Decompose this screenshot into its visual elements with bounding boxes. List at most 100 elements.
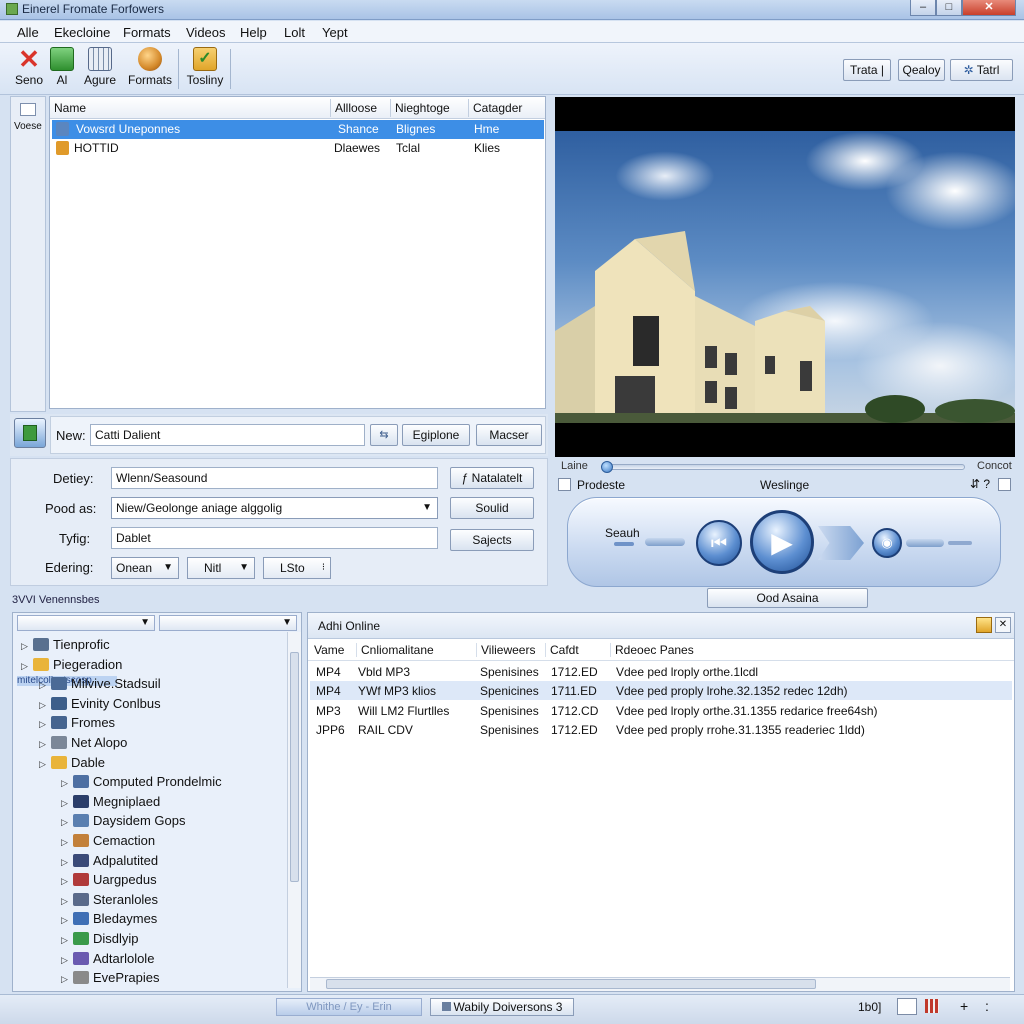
- col-rdeoec-panes[interactable]: Rdeoec Panes: [610, 643, 694, 657]
- expand-arrow-icon[interactable]: ▷: [61, 896, 71, 907]
- expand-arrow-icon[interactable]: ▷: [39, 719, 49, 730]
- expand-arrow-icon[interactable]: ▷: [61, 837, 71, 848]
- prodeste-checkbox[interactable]: [558, 478, 571, 491]
- col-vame[interactable]: Vame: [314, 643, 344, 657]
- menu-videos[interactable]: Videos: [186, 25, 226, 40]
- tree-item[interactable]: ▷ Tienprofic: [21, 637, 110, 655]
- close-button[interactable]: ✕: [962, 0, 1016, 16]
- natalatelt-button[interactable]: ƒ Natalatelt: [450, 467, 534, 489]
- scroll-thumb[interactable]: [290, 652, 299, 882]
- tree-item[interactable]: ▷ Uargpedus: [61, 872, 157, 890]
- tree-item[interactable]: ▷ EvePrapies: [61, 970, 159, 988]
- expand-arrow-icon[interactable]: ▷: [61, 857, 71, 868]
- status-plus[interactable]: +: [960, 998, 968, 1014]
- tree-item[interactable]: ▷ Dable: [39, 755, 105, 773]
- tyfig-input[interactable]: Dablet: [111, 527, 438, 549]
- expand-arrow-icon[interactable]: ▷: [39, 700, 49, 711]
- sort-help-icons[interactable]: ⇵ ?: [970, 477, 990, 491]
- expand-arrow-icon[interactable]: ▷: [39, 680, 49, 691]
- expand-arrow-icon[interactable]: ▷: [61, 915, 71, 926]
- record-button[interactable]: ◉: [872, 528, 902, 558]
- add-file-icon[interactable]: [14, 418, 46, 448]
- status-box[interactable]: [897, 998, 917, 1015]
- previous-button[interactable]: ⏮: [696, 520, 742, 566]
- table-hscrollbar[interactable]: [310, 977, 1010, 991]
- toolbar-tosliny-button[interactable]: ✓ Tosliny: [182, 47, 228, 93]
- menu-help[interactable]: Help: [240, 25, 267, 40]
- tree-item[interactable]: ▷ Bledaymes: [61, 911, 157, 929]
- seek-slider[interactable]: [603, 464, 965, 470]
- table-row[interactable]: MP4 Vbld MP3 Spenisines 1712.ED Vdee ped lro…: [310, 662, 1012, 681]
- tree-item[interactable]: ▷ Evinity Conlbus: [39, 696, 161, 714]
- soulid-button[interactable]: Soulid: [450, 497, 534, 519]
- trata-button[interactable]: Trata |: [843, 59, 891, 81]
- sajects-button[interactable]: Sajects: [450, 529, 534, 551]
- col-nieghtoge[interactable]: Nieghtoge: [390, 99, 450, 117]
- expand-arrow-icon[interactable]: ▷: [61, 935, 71, 946]
- view-icon[interactable]: [20, 103, 36, 116]
- master-button[interactable]: Macser: [476, 424, 542, 446]
- explore-button[interactable]: Egiplone: [402, 424, 470, 446]
- minimize-button[interactable]: –: [910, 0, 936, 16]
- table-row[interactable]: JPP6 RAIL CDV Spenisines 1712.ED Vdee ped pr…: [310, 720, 1012, 739]
- pood-as-select[interactable]: Niew/Geolonge aniage alggolig ▼: [111, 497, 438, 519]
- tree-item[interactable]: ▷ Cemaction: [61, 833, 155, 851]
- menu-execute[interactable]: Ekecloine: [54, 25, 110, 40]
- expand-arrow-icon[interactable]: ▷: [61, 817, 71, 828]
- toolbar-delete-button[interactable]: ✕ Seno: [10, 46, 48, 93]
- close-panel-icon[interactable]: ✕: [995, 617, 1011, 633]
- edering-select-3[interactable]: LSto ⁝: [263, 557, 331, 579]
- play-button[interactable]: ▶: [750, 510, 814, 574]
- tree-item[interactable]: ▷ Megniplaed: [61, 794, 160, 812]
- expand-arrow-icon[interactable]: ▷: [61, 955, 71, 966]
- toolbar-agure-button[interactable]: Agure: [80, 47, 120, 93]
- star-icon[interactable]: [976, 617, 992, 633]
- tree-item[interactable]: ▷ Disdlyip: [61, 931, 139, 949]
- expand-arrow-icon[interactable]: ▷: [61, 876, 71, 887]
- maximize-button[interactable]: □: [936, 0, 962, 16]
- toolbar-formats-button[interactable]: Formats: [125, 47, 175, 93]
- option-checkbox[interactable]: [998, 478, 1011, 491]
- tree-item[interactable]: ▷ Adpalutited: [61, 853, 158, 871]
- table-row[interactable]: MP4 YWf MP3 klios Spenicines 1711.ED Vdee pe…: [310, 681, 1012, 701]
- tree-item[interactable]: ▷ Piegeradion: [21, 657, 122, 675]
- col-allloose[interactable]: Allloose: [330, 99, 377, 117]
- detiey-input[interactable]: Wlenn/Seasound: [111, 467, 438, 489]
- table-row[interactable]: MP3 Will LM2 Flurtlles Spenisines 1712.CD Vd…: [310, 701, 1012, 720]
- scroll-thumb[interactable]: [326, 979, 816, 989]
- grid-icon[interactable]: [925, 999, 939, 1013]
- expand-arrow-icon[interactable]: ▷: [39, 739, 49, 750]
- menu-file[interactable]: Alle: [17, 25, 39, 40]
- expand-arrow-icon[interactable]: ▷: [61, 798, 71, 809]
- tree-filter-2[interactable]: ▼: [159, 615, 297, 631]
- tree-item[interactable]: ▷ Steranloles: [61, 892, 158, 910]
- menu-formats[interactable]: Formats: [123, 25, 171, 40]
- seek-thumb[interactable]: [601, 461, 613, 473]
- quality-button[interactable]: Qealoy: [898, 59, 945, 81]
- swap-arrows-icon[interactable]: ⇆: [370, 424, 398, 446]
- volume-track[interactable]: [906, 539, 944, 547]
- tree-filter-1[interactable]: ▼: [17, 615, 155, 631]
- tatrl-button[interactable]: ✲ Tatrl: [950, 59, 1013, 81]
- ood-asaina-button[interactable]: Ood Asaina: [707, 588, 868, 608]
- expand-arrow-icon[interactable]: ▷: [61, 974, 71, 985]
- menu-yept[interactable]: Yept: [322, 25, 348, 40]
- file-row[interactable]: Vowsrd Uneponnes Shance Blignes Hme: [52, 120, 544, 139]
- tree-item[interactable]: ▷ Daysidem Gops: [61, 813, 185, 831]
- edering-select-2[interactable]: Nitl ▼: [187, 557, 255, 579]
- expand-arrow-icon[interactable]: ▷: [21, 661, 31, 672]
- new-name-input[interactable]: Catti Dalient: [90, 424, 365, 446]
- tree-item[interactable]: ▷ Computed Prondelmic: [61, 774, 222, 792]
- edering-select-1[interactable]: Onean ▼: [111, 557, 179, 579]
- col-cnliomalitane[interactable]: Cnliomalitane: [356, 643, 434, 657]
- col-vilieweers[interactable]: Vilieweers: [476, 643, 535, 657]
- file-row[interactable]: HOTTID Dlaewes Tclal Klies: [52, 139, 544, 158]
- col-cafdt[interactable]: Cafdt: [545, 643, 579, 657]
- tree-item[interactable]: ▷ Fromes: [39, 715, 115, 733]
- toolbar-all-button[interactable]: Al: [48, 47, 76, 93]
- menu-edit[interactable]: Lolt: [284, 25, 305, 40]
- expand-arrow-icon[interactable]: ▷: [61, 778, 71, 789]
- forward-arrow-icon[interactable]: [818, 526, 864, 560]
- expand-arrow-icon[interactable]: ▷: [39, 759, 49, 770]
- expand-arrow-icon[interactable]: ▷: [21, 641, 31, 652]
